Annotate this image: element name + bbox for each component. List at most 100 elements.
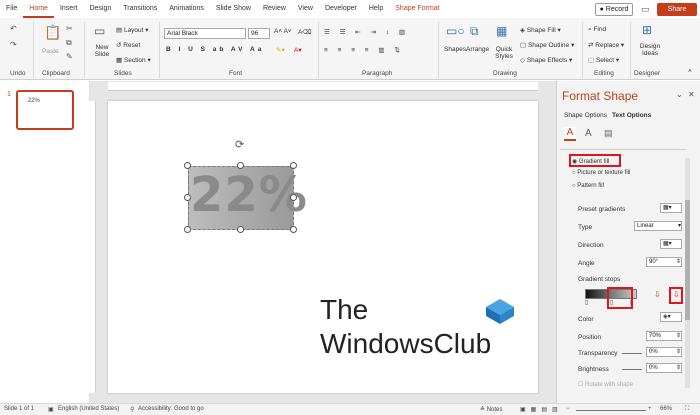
color-picker[interactable]: ◈▾ (660, 312, 682, 322)
pane-options-icon[interactable]: ⌄ (676, 90, 683, 99)
resize-handle[interactable] (290, 226, 297, 233)
shapes-label[interactable]: Shapes (444, 46, 466, 53)
fit-to-window-icon[interactable]: ⛶ (685, 406, 689, 413)
add-gradient-stop-icon[interactable]: ⇩ (654, 290, 661, 299)
record-button[interactable]: ● Record (595, 3, 633, 16)
resize-handle[interactable] (290, 162, 297, 169)
angle-label: Angle (578, 260, 595, 267)
redo-icon[interactable]: ↷ (10, 40, 17, 49)
zoom-out-icon[interactable]: − (566, 406, 570, 412)
logo-text-line2: WindowsClub (320, 328, 492, 359)
resize-handle[interactable] (184, 226, 191, 233)
angle-spinner[interactable]: 90° ⇕ (646, 257, 682, 267)
slide-thumbnail[interactable]: 22% (16, 90, 74, 130)
collapse-ribbon-icon[interactable]: ˄ (688, 68, 692, 75)
new-slide-icon[interactable]: ▭ (94, 24, 105, 38)
accessibility-status[interactable]: Accessibility: Good to go (138, 406, 204, 412)
cut-icon[interactable]: ✂ (66, 24, 73, 33)
brightness-slider[interactable] (622, 369, 642, 370)
spelling-icon[interactable]: ▣ (48, 406, 54, 413)
pattern-fill-radio[interactable]: ○ Pattern fill (572, 183, 604, 189)
view-buttons-icons[interactable]: ▣▦▤▥ (520, 406, 563, 413)
brightness-spinner[interactable]: 0% ⇕ (646, 363, 682, 373)
pane-title: Format Shape (562, 89, 639, 103)
arrange-icon[interactable]: ⧉ (470, 24, 479, 39)
reset-button[interactable]: ↺ Reset (116, 41, 140, 49)
arrange-label[interactable]: Arrange (466, 46, 489, 53)
rotate-handle-icon[interactable]: ⟳ (235, 138, 244, 151)
shape-effects-button[interactable]: ◇ Shape Effects ▾ (520, 56, 572, 64)
font-format-icons[interactable]: B I U S ab AV Aa (166, 46, 264, 53)
direction-dropdown[interactable]: ▦▾ (660, 239, 682, 249)
resize-handle[interactable] (184, 162, 191, 169)
replace-button[interactable]: ⇄ Replace ▾ (588, 41, 624, 49)
menu-transitions[interactable]: Transitions (117, 0, 163, 18)
menu-review[interactable]: Review (257, 0, 292, 18)
comments-icon[interactable]: ▭ (641, 4, 650, 15)
menu-view[interactable]: View (292, 0, 319, 18)
transparency-slider[interactable] (622, 353, 642, 354)
paste-icon[interactable]: 📋 (44, 24, 61, 41)
menu-slide-show[interactable]: Slide Show (210, 0, 257, 18)
clear-format-icon[interactable]: A⌫ (298, 28, 312, 36)
undo-icon[interactable]: ↶ (10, 24, 17, 33)
type-dropdown[interactable]: Linear ▾ (634, 221, 682, 231)
paragraph-align-icons[interactable]: ≡ ≡ ≡ ≡ ▥ ⇅ (324, 46, 404, 54)
language[interactable]: English (United States) (58, 406, 119, 412)
share-button[interactable]: Share (657, 3, 697, 16)
font-size-box[interactable]: 96 (248, 28, 270, 39)
font-color-icon[interactable]: A▾ (294, 46, 302, 54)
zoom-slider[interactable] (576, 410, 646, 411)
menu-insert[interactable]: Insert (54, 0, 84, 18)
shapes-icon[interactable]: ▭○ (446, 24, 465, 38)
new-slide-label[interactable]: New Slide (91, 44, 113, 58)
shape-outline-button[interactable]: ▢ Shape Outline ▾ (520, 41, 574, 49)
section-button[interactable]: ▦ Section ▾ (116, 56, 151, 64)
resize-handle[interactable] (290, 194, 297, 201)
windows-logo-icon (484, 297, 516, 325)
gradient-stop-marker[interactable]: ▯ (585, 299, 588, 306)
layout-button[interactable]: ▤ Layout ▾ (116, 26, 149, 34)
resize-handle[interactable] (237, 162, 244, 169)
design-ideas-icon[interactable]: ⊞ (642, 23, 652, 37)
zoom-level[interactable]: 66% (660, 406, 672, 412)
picture-fill-radio[interactable]: ○ Picture or texture fill (572, 170, 630, 176)
resize-handle[interactable] (184, 194, 191, 201)
format-painter-icon[interactable]: ✎ (66, 52, 73, 61)
select-button[interactable]: ⬚ Select ▾ (588, 56, 619, 64)
font-name-box[interactable]: Arial Black (164, 28, 246, 39)
menu-shape-format[interactable]: Shape Format (389, 0, 445, 18)
logo-text-line1: The (320, 294, 369, 325)
menu-developer[interactable]: Developer (319, 0, 363, 18)
menu-design[interactable]: Design (83, 0, 117, 18)
font-grow-shrink-icon[interactable]: A˄ A˅ (274, 28, 292, 35)
accessibility-icon[interactable]: ⚲ (130, 406, 134, 413)
pane-scrollbar-thumb[interactable] (685, 200, 690, 320)
rotate-with-shape-checkbox[interactable]: ☐ Rotate with shape (578, 381, 633, 388)
transparency-spinner[interactable]: 0% ⇕ (646, 347, 682, 357)
textbox-icon[interactable]: ▤ (604, 128, 613, 139)
text-effects-icon[interactable]: A (585, 128, 592, 139)
position-spinner[interactable]: 70% ⇕ (646, 331, 682, 341)
design-ideas-label[interactable]: Design Ideas (636, 43, 664, 57)
copy-icon[interactable]: ⧉ (66, 38, 72, 48)
notes-button[interactable]: ≙ Notes (480, 406, 502, 413)
find-button[interactable]: ⌕ Find (588, 26, 606, 34)
preset-gradients-dropdown[interactable]: ▦▾ (660, 203, 682, 213)
menu-home[interactable]: Home (23, 0, 54, 18)
menu-help[interactable]: Help (363, 0, 389, 18)
quick-styles-label[interactable]: Quick Styles (492, 46, 516, 60)
paste-label[interactable]: Paste (42, 48, 59, 55)
resize-handle[interactable] (237, 226, 244, 233)
tab-text-options[interactable]: Text Options (612, 112, 651, 119)
paragraph-list-icons[interactable]: ☰ ☰ ⇤ ⇥ ↕ ▥ (324, 28, 409, 36)
tab-shape-options[interactable]: Shape Options (564, 112, 607, 119)
highlight-icon[interactable]: ✎▾ (276, 46, 285, 54)
close-icon[interactable]: ✕ (688, 90, 695, 99)
menu-animations[interactable]: Animations (163, 0, 210, 18)
text-fill-outline-icon[interactable]: A (564, 127, 576, 141)
quick-styles-icon[interactable]: ▦ (496, 24, 507, 38)
shape-fill-button[interactable]: ◈ Shape Fill ▾ (520, 26, 561, 34)
zoom-in-icon[interactable]: + (648, 406, 652, 412)
menu-file[interactable]: File (0, 0, 23, 18)
